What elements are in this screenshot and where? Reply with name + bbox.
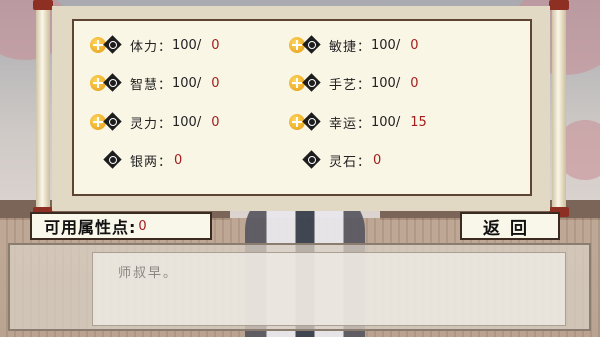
diamond-icon xyxy=(104,151,122,169)
diamond-icon xyxy=(303,36,321,54)
stat-added: 0 xyxy=(410,75,419,91)
scroll-rod-right xyxy=(549,0,569,217)
stat-label: 智慧： xyxy=(130,77,173,93)
stat-value: 100/ xyxy=(371,75,401,91)
stat-value: 100/ xyxy=(172,37,202,53)
diamond-icon xyxy=(303,74,321,92)
currency-label: 银两： xyxy=(130,154,173,170)
stat-label: 幸运： xyxy=(329,116,372,132)
stat-added: 15 xyxy=(410,114,427,130)
diamond-icon xyxy=(303,113,321,131)
stat-label: 手艺： xyxy=(329,77,372,93)
stat-value: 100/ xyxy=(371,114,401,130)
stat-added: 0 xyxy=(211,114,220,130)
currency-row-spirit-stone: 灵石： 0 xyxy=(289,150,381,170)
dialog-text: 师叔早。 xyxy=(118,266,179,281)
stat-label: 灵力： xyxy=(130,116,173,132)
stat-added: 0 xyxy=(211,75,220,91)
diamond-icon xyxy=(104,74,122,92)
diamond-icon xyxy=(303,151,321,169)
currency-label: 灵石： xyxy=(329,154,372,170)
stat-row-stamina: 体力： 100/ 0 xyxy=(90,35,220,55)
available-points-box: 可用属性点: 0 xyxy=(30,212,212,240)
stat-added: 0 xyxy=(410,37,419,53)
diamond-icon xyxy=(104,113,122,131)
stat-row-craft: 手艺： 100/ 0 xyxy=(289,73,419,93)
stat-value: 100/ xyxy=(371,37,401,53)
currency-value: 0 xyxy=(174,152,183,168)
currency-value: 0 xyxy=(373,152,382,168)
diamond-icon xyxy=(104,36,122,54)
return-button[interactable]: 返回 xyxy=(460,212,560,240)
currency-row-silver: 银两： 0 xyxy=(90,150,182,170)
stat-added: 0 xyxy=(211,37,220,53)
stat-label: 敏捷： xyxy=(329,39,372,55)
stat-row-agility: 敏捷： 100/ 0 xyxy=(289,35,419,55)
stat-label: 体力： xyxy=(130,39,173,55)
stat-value: 100/ xyxy=(172,114,202,130)
available-points-label: 可用属性点: xyxy=(44,218,137,237)
stat-value: 100/ xyxy=(172,75,202,91)
stat-row-spirit: 灵力： 100/ 0 xyxy=(90,112,220,132)
available-points-value: 0 xyxy=(138,218,147,234)
stat-row-luck: 幸运： 100/ 15 xyxy=(289,112,427,132)
stat-row-wisdom: 智慧： 100/ 0 xyxy=(90,73,220,93)
scroll-rod-left xyxy=(33,0,53,217)
